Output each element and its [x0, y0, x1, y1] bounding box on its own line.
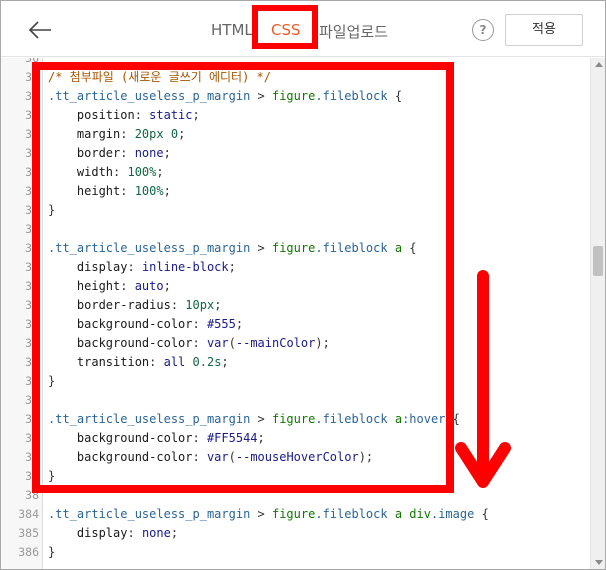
code-token: .fileblock	[315, 507, 388, 521]
tab-html[interactable]: HTML	[211, 21, 253, 39]
code-text: .tt_article_useless_p_margin > figure.fi…	[48, 505, 489, 524]
code-highlight-box	[32, 62, 454, 493]
vertical-scrollbar[interactable]	[590, 58, 605, 569]
tab-file-upload[interactable]: 파일업로드	[319, 21, 388, 42]
line-number: 384	[18, 507, 39, 521]
line-number: 386	[18, 545, 39, 559]
apply-button[interactable]: 적용	[505, 14, 583, 46]
code-token: a	[394, 507, 403, 521]
help-icon[interactable]: ?	[472, 19, 494, 41]
code-token: .tt_article_useless_p_margin	[48, 507, 251, 521]
code-line[interactable]: 385 display: none;	[1, 524, 590, 543]
code-token: .image	[430, 507, 475, 521]
code-token: display	[48, 526, 128, 540]
arrow-left-icon[interactable]	[25, 15, 55, 45]
code-token: div	[409, 507, 431, 521]
code-token: >	[250, 507, 272, 521]
code-token: {	[474, 507, 489, 521]
css-tab-highlight-box	[252, 5, 318, 49]
code-token: figure	[271, 507, 316, 521]
code-token: }	[48, 545, 56, 559]
code-text: }	[48, 543, 55, 562]
scroll-down-icon[interactable]	[595, 560, 603, 565]
scroll-up-icon[interactable]	[595, 62, 603, 67]
arrow-down-icon	[455, 270, 511, 488]
code-token: none	[141, 526, 171, 540]
code-line[interactable]: 386}	[1, 543, 590, 562]
line-number: 385	[18, 526, 39, 540]
code-token: ;	[170, 526, 179, 540]
code-token: :	[127, 526, 142, 540]
code-line[interactable]: 384 .tt_article_useless_p_margin > figure…	[1, 505, 590, 524]
scroll-thumb[interactable]	[593, 246, 603, 276]
code-text: display: none;	[48, 524, 178, 543]
